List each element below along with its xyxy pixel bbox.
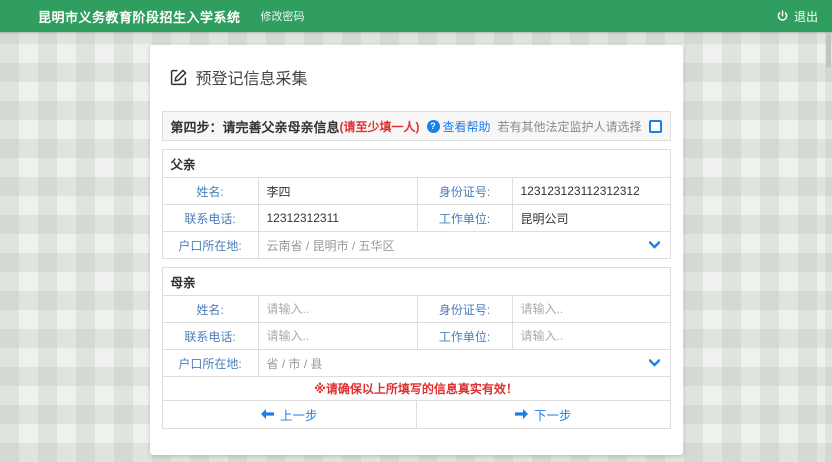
arrow-right-icon <box>515 408 528 422</box>
guardian-checkbox[interactable] <box>649 120 662 133</box>
step-navigation: 上一步 下一步 <box>163 400 670 428</box>
table-row: 联系电话: 工作单位: <box>163 204 670 231</box>
page-title: 预登记信息采集 <box>196 65 308 89</box>
father-phone-label: 联系电话: <box>163 205 258 231</box>
chevron-down-icon <box>649 241 660 249</box>
table-row: 姓名: 身份证号: <box>163 296 670 322</box>
mother-id-label: 身份证号: <box>417 296 512 322</box>
father-work-input[interactable] <box>521 211 662 225</box>
father-id-cell <box>512 178 670 204</box>
mother-section-title: 母亲 <box>163 268 670 296</box>
help-label: 查看帮助 <box>443 118 491 135</box>
top-navbar: 昆明市义务教育阶段招生入学系统 修改密码 退出 <box>0 0 832 32</box>
help-link[interactable]: 查看帮助 <box>427 118 491 135</box>
father-address-label: 户口所在地: <box>163 232 258 258</box>
table-row: 姓名: 身份证号: <box>163 178 670 204</box>
prev-step-label: 上一步 <box>280 405 318 424</box>
mother-phone-label: 联系电话: <box>163 323 258 349</box>
mother-phone-input[interactable] <box>267 329 409 343</box>
page-header: 预登记信息采集 <box>162 45 671 111</box>
father-id-label: 身份证号: <box>417 178 512 204</box>
father-name-cell <box>258 178 417 204</box>
power-icon <box>776 10 789 23</box>
edit-icon <box>170 69 187 86</box>
mother-address-select[interactable]: 省 / 市 / 县 <box>258 350 670 376</box>
logout-button[interactable]: 退出 <box>776 8 818 25</box>
mother-name-cell <box>258 296 417 322</box>
next-step-label: 下一步 <box>534 405 572 424</box>
change-password-link[interactable]: 修改密码 <box>261 8 305 24</box>
father-address-value: 云南省 / 昆明市 / 五华区 <box>267 237 649 254</box>
app-title: 昆明市义务教育阶段招生入学系统 <box>38 7 241 26</box>
mother-address-label: 户口所在地: <box>163 350 258 376</box>
mother-work-label: 工作单位: <box>417 323 512 349</box>
father-section-title: 父亲 <box>163 150 670 178</box>
scrollbar-thumb[interactable] <box>826 34 831 68</box>
father-phone-input[interactable] <box>267 211 409 225</box>
table-row: 户口所在地: 云南省 / 昆明市 / 五华区 <box>163 231 670 258</box>
mother-name-label: 姓名: <box>163 296 258 322</box>
mother-work-input[interactable] <box>521 329 662 343</box>
father-address-select[interactable]: 云南省 / 昆明市 / 五华区 <box>258 232 670 258</box>
arrow-left-icon <box>261 408 274 422</box>
guardian-option: 若有其他法定监护人请选择 <box>497 118 661 135</box>
mother-id-cell <box>512 296 670 322</box>
screen: 昆明市义务教育阶段招生入学系统 修改密码 退出 预登记信息采集 <box>0 0 832 462</box>
father-name-input[interactable] <box>267 184 409 198</box>
father-phone-cell <box>258 205 417 231</box>
step-title: 第四步：请完善父亲母亲信息 <box>171 117 340 136</box>
father-name-label: 姓名: <box>163 178 258 204</box>
mother-id-input[interactable] <box>521 302 662 316</box>
father-work-label: 工作单位: <box>417 205 512 231</box>
guardian-label: 若有其他法定监护人请选择 <box>497 118 641 135</box>
mother-phone-cell <box>258 323 417 349</box>
main-card: 预登记信息采集 第四步：请完善父亲母亲信息 (请至少填一人) 查看帮助 若有其他… <box>150 45 683 455</box>
next-step-button[interactable]: 下一步 <box>416 401 670 428</box>
validity-notice: ※请确保以上所填写的信息真实有效！ <box>163 376 670 400</box>
mother-work-cell <box>512 323 670 349</box>
page-scrollbar[interactable] <box>825 32 832 462</box>
chevron-down-icon <box>649 359 660 367</box>
mother-address-value: 省 / 市 / 县 <box>267 355 649 372</box>
mother-section: 母亲 姓名: 身份证号: 联系电话: 工作单位: <box>162 267 671 429</box>
father-work-cell <box>512 205 670 231</box>
table-row: 户口所在地: 省 / 市 / 县 <box>163 349 670 376</box>
father-section: 父亲 姓名: 身份证号: 联系电话: 工作单位: <box>162 149 671 259</box>
logout-label: 退出 <box>794 8 818 25</box>
step-note: (请至少填一人) <box>340 118 420 135</box>
prev-step-button[interactable]: 上一步 <box>163 401 417 428</box>
father-id-input[interactable] <box>521 184 662 198</box>
help-icon <box>427 120 440 133</box>
table-row: 联系电话: 工作单位: <box>163 322 670 349</box>
mother-name-input[interactable] <box>267 302 409 316</box>
step-bar: 第四步：请完善父亲母亲信息 (请至少填一人) 查看帮助 若有其他法定监护人请选择 <box>162 111 671 141</box>
